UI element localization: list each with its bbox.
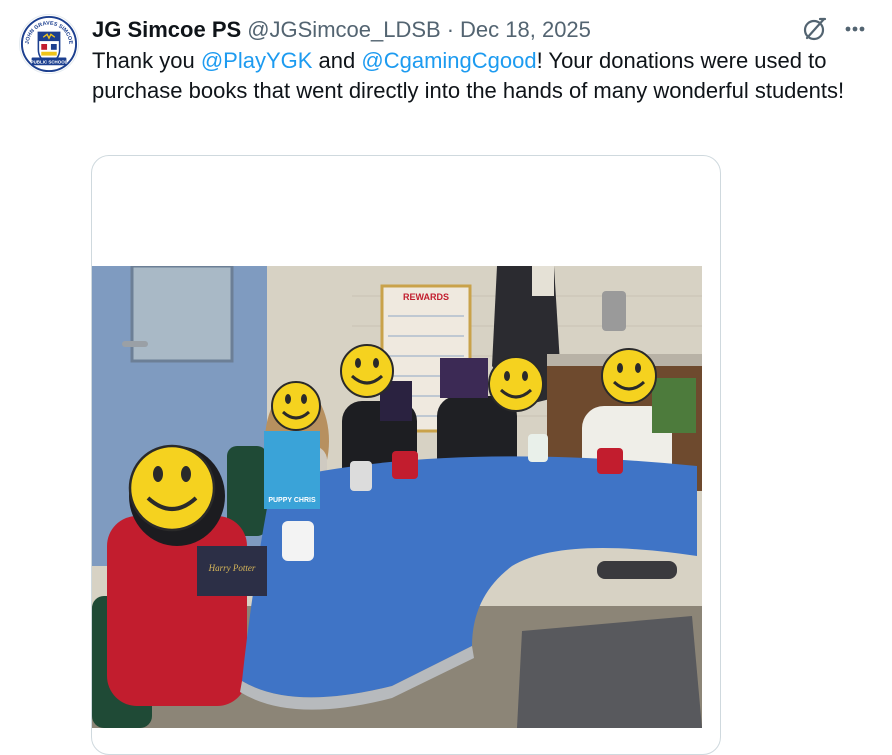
author-display-name[interactable]: JG Simcoe PS [92,17,241,43]
text-part: Thank you [92,48,201,73]
svg-text:PUBLIC SCHOOL: PUBLIC SCHOOL [31,59,68,64]
media-card[interactable]: REWARDS PUPPY CHRIS Harry Potter [91,155,721,755]
tweet-date[interactable]: Dec 18, 2025 [460,17,591,43]
smiley-face [128,444,216,532]
mention-playygk-link[interactable]: @PlayYGK [201,48,313,73]
tweet-header: JG Simcoe PS @JGSimcoe_LDSB · Dec 18, 20… [92,13,591,47]
svg-text:REWARDS: REWARDS [403,292,449,302]
text-part: and [312,48,362,73]
smiley-face [271,381,321,431]
svg-text:PUPPY CHRIS: PUPPY CHRIS [268,497,316,504]
office-chair [597,561,677,579]
mug [350,461,372,491]
tweet-text: Thank you @PlayYGK and @CgamingCgood! Yo… [92,46,872,106]
grok-icon[interactable] [800,14,830,44]
smiley-face [488,356,544,412]
separator-dot: · [446,17,455,42]
smiley-face [601,348,657,404]
more-options-icon[interactable] [838,14,878,44]
tweet-photo[interactable]: REWARDS PUPPY CHRIS Harry Potter [92,266,702,728]
mention-cgamingcgood-link[interactable]: @CgamingCgood [361,48,536,73]
smiley-face [340,344,394,398]
school-crest-logo: JOHN GRAVES SIMCOE PUBLIC SCHOOL [20,15,78,73]
author-avatar[interactable]: JOHN GRAVES SIMCOE PUBLIC SCHOOL [19,14,79,74]
svg-text:Harry Potter: Harry Potter [208,563,256,573]
author-handle[interactable]: @JGSimcoe_LDSB [247,17,441,43]
